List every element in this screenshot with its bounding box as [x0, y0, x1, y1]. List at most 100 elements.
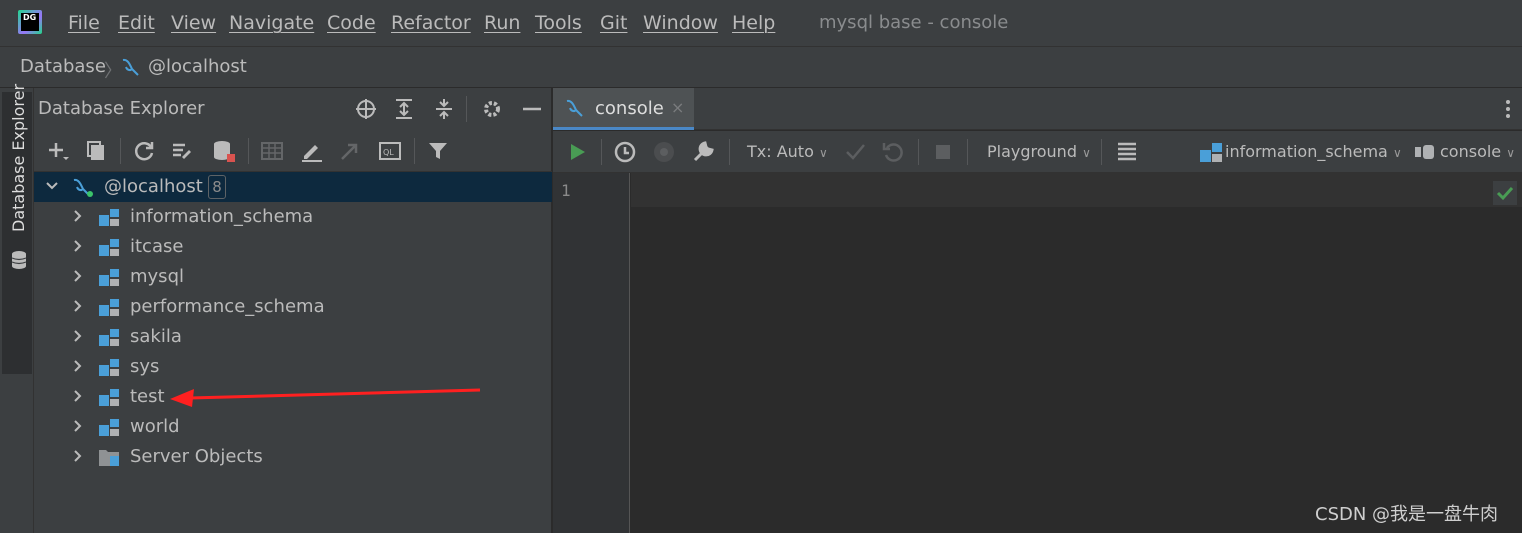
- toolbar-separator: [414, 138, 415, 164]
- toolbar-separator: [967, 139, 968, 165]
- tool-tab-label: Database Explorer: [9, 83, 28, 232]
- chevron-right-icon[interactable]: [70, 388, 86, 404]
- menu-run[interactable]: Run: [484, 12, 520, 34]
- tree-label: mysql: [130, 266, 184, 287]
- tree-label: sys: [130, 356, 160, 377]
- rollback-icon: [882, 143, 903, 162]
- explorer-toolbar: QL: [34, 130, 552, 172]
- tree-row-schema[interactable]: information_schema: [34, 202, 552, 232]
- chevron-right-icon[interactable]: [70, 268, 86, 284]
- collapse-all-icon[interactable]: [432, 97, 456, 121]
- schema-dropdown[interactable]: information_schema ∨: [1225, 142, 1402, 161]
- datagrip-logo-icon: DG: [18, 10, 42, 34]
- schema-icon: [99, 419, 119, 436]
- copy-icon[interactable]: [84, 139, 108, 163]
- minimize-icon[interactable]: [520, 97, 544, 121]
- schema-icon: [99, 389, 119, 406]
- chevron-right-icon[interactable]: [70, 298, 86, 314]
- tree-row-localhost[interactable]: @localhost 8: [34, 172, 552, 202]
- left-tool-strip: Database Explorer: [0, 84, 34, 533]
- gear-icon[interactable]: [480, 97, 504, 121]
- folder-icon: [99, 450, 119, 466]
- tree-row-schema[interactable]: sakila: [34, 322, 552, 352]
- output-table-icon[interactable]: [1115, 140, 1139, 164]
- add-icon[interactable]: [46, 139, 70, 163]
- chevron-right-icon[interactable]: [70, 238, 86, 254]
- tree-row-schema[interactable]: mysql: [34, 262, 552, 292]
- stop-icon: [936, 145, 950, 159]
- menu-window[interactable]: Window: [643, 12, 718, 34]
- tree-row-server-objects[interactable]: Server Objects: [34, 442, 552, 472]
- current-line-highlight: [631, 173, 1522, 207]
- menu-navigate[interactable]: Navigate: [229, 12, 314, 34]
- locate-icon[interactable]: [354, 97, 378, 121]
- table-view-icon: [261, 142, 283, 160]
- data-source-properties-icon[interactable]: [170, 139, 194, 163]
- window-title: mysql base - console: [819, 12, 1009, 33]
- tab-console[interactable]: console ×: [553, 88, 694, 130]
- tree-row-schema[interactable]: itcase: [34, 232, 552, 262]
- query-console-icon[interactable]: QL: [378, 139, 402, 163]
- explorer-title: Database Explorer: [38, 98, 205, 119]
- edit-pencil-icon[interactable]: [300, 139, 324, 163]
- sql-editor[interactable]: 1: [553, 173, 1522, 533]
- menu-bar: DG File Edit View Navigate Code Refactor…: [0, 0, 1522, 46]
- wrench-icon[interactable]: [691, 140, 715, 164]
- playground-dropdown[interactable]: Playground ∨: [987, 142, 1091, 161]
- session-dropdown[interactable]: console ∨: [1440, 142, 1515, 161]
- tab-label: console: [595, 98, 664, 119]
- chevron-right-icon[interactable]: [70, 448, 86, 464]
- transaction-mode-dropdown[interactable]: Tx: Auto ∨: [747, 142, 828, 161]
- toolbar-separator: [120, 138, 121, 164]
- database-explorer-panel: Database Explorer QL @localhost 8 inform…: [34, 88, 552, 533]
- history-clock-icon[interactable]: [613, 140, 637, 164]
- menu-git[interactable]: Git: [600, 12, 627, 34]
- tree-row-schema[interactable]: sys: [34, 352, 552, 382]
- disconnect-icon[interactable]: [212, 139, 236, 163]
- chevron-down-icon: ∨: [1506, 146, 1516, 160]
- playground-label: Playground: [987, 142, 1077, 161]
- menu-file[interactable]: File: [68, 12, 100, 34]
- chevron-right-icon[interactable]: [70, 358, 86, 374]
- header-separator: [466, 96, 467, 122]
- menu-edit[interactable]: Edit: [118, 12, 155, 34]
- chevron-down-icon[interactable]: [44, 178, 60, 194]
- menu-help[interactable]: Help: [732, 12, 775, 34]
- schema-icon: [99, 329, 119, 346]
- tree-label: sakila: [130, 326, 182, 347]
- menu-code[interactable]: Code: [327, 12, 376, 34]
- session-label: console: [1440, 142, 1502, 161]
- tree-row-schema[interactable]: world: [34, 412, 552, 442]
- toolbar-separator: [918, 139, 919, 165]
- breadcrumb-database[interactable]: Database: [20, 56, 106, 77]
- explorer-header: Database Explorer: [34, 88, 552, 130]
- run-icon[interactable]: [565, 140, 589, 164]
- explain-plan-icon: [654, 142, 674, 162]
- breadcrumb-localhost[interactable]: @localhost: [148, 56, 247, 77]
- expand-all-icon[interactable]: [392, 97, 416, 121]
- svg-text:QL: QL: [383, 148, 394, 157]
- chevron-down-icon: ∨: [1082, 146, 1091, 160]
- schema-icon: [99, 209, 119, 226]
- filter-icon[interactable]: [426, 139, 450, 163]
- menu-view[interactable]: View: [171, 12, 216, 34]
- chevron-right-icon[interactable]: [70, 328, 86, 344]
- chevron-right-icon[interactable]: [70, 208, 86, 224]
- database-explorer-tool-tab[interactable]: Database Explorer: [2, 84, 32, 374]
- refresh-icon[interactable]: [132, 139, 156, 163]
- close-icon[interactable]: ×: [671, 98, 684, 117]
- schema-icon: [99, 269, 119, 286]
- tree-label: itcase: [130, 236, 184, 257]
- more-vertical-icon[interactable]: [1505, 99, 1511, 119]
- no-problems-check-icon[interactable]: [1493, 181, 1517, 205]
- tree-row-schema[interactable]: performance_schema: [34, 292, 552, 322]
- transaction-mode-label: Tx: Auto: [747, 142, 814, 161]
- breadcrumb: Database 〉 @localhost: [0, 46, 1522, 88]
- mysql-dolphin-icon: [566, 99, 583, 117]
- tree-label: Server Objects: [130, 446, 263, 467]
- menu-refactor[interactable]: Refactor: [391, 12, 471, 34]
- tree-label: @localhost: [104, 176, 203, 197]
- chevron-right-icon[interactable]: [70, 418, 86, 434]
- schema-label: information_schema: [1225, 142, 1388, 161]
- menu-tools[interactable]: Tools: [535, 12, 582, 34]
